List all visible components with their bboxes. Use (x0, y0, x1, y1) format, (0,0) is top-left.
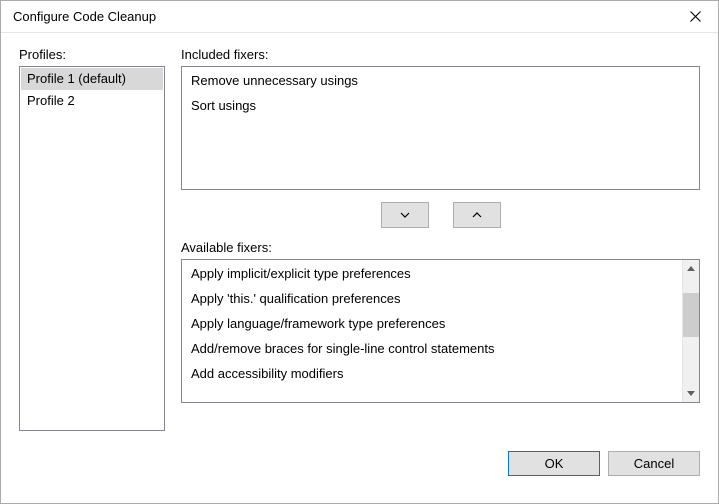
included-fixer-item[interactable]: Remove unnecessary usings (183, 68, 698, 93)
scroll-thumb[interactable] (683, 293, 699, 337)
included-label: Included fixers: (181, 47, 700, 62)
available-fixer-item[interactable]: Apply 'this.' qualification preferences (183, 286, 681, 311)
included-fixer-item[interactable]: Sort usings (183, 93, 698, 118)
available-fixers-container: Apply implicit/explicit type preferences… (181, 259, 700, 403)
chevron-down-icon (400, 212, 410, 218)
chevron-up-icon (472, 212, 482, 218)
profile-item[interactable]: Profile 2 (21, 90, 163, 112)
available-fixers-list[interactable]: Apply implicit/explicit type preferences… (182, 260, 682, 402)
available-scrollbar[interactable] (682, 260, 699, 402)
available-fixer-item[interactable]: Apply implicit/explicit type preferences (183, 261, 681, 286)
included-fixers-list[interactable]: Remove unnecessary usings Sort usings (181, 66, 700, 190)
move-buttons-row (181, 190, 700, 240)
close-button[interactable] (672, 1, 718, 33)
chevron-down-icon (687, 391, 695, 396)
available-label: Available fixers: (181, 240, 700, 255)
dialog-content: Profiles: Profile 1 (default) Profile 2 … (1, 33, 718, 439)
dialog-footer: OK Cancel (1, 439, 718, 476)
fixers-column: Included fixers: Remove unnecessary usin… (181, 47, 700, 431)
move-up-button[interactable] (453, 202, 501, 228)
available-fixer-item[interactable]: Add/remove braces for single-line contro… (183, 336, 681, 361)
close-icon (690, 11, 701, 22)
scroll-up-button[interactable] (683, 260, 699, 277)
profiles-label: Profiles: (19, 47, 165, 62)
profile-item[interactable]: Profile 1 (default) (21, 68, 163, 90)
ok-button[interactable]: OK (508, 451, 600, 476)
available-fixer-item[interactable]: Apply language/framework type preference… (183, 311, 681, 336)
profiles-list[interactable]: Profile 1 (default) Profile 2 (19, 66, 165, 431)
window-title: Configure Code Cleanup (13, 9, 672, 24)
move-down-button[interactable] (381, 202, 429, 228)
cancel-button[interactable]: Cancel (608, 451, 700, 476)
scroll-track[interactable] (683, 277, 699, 385)
chevron-up-icon (687, 266, 695, 271)
scroll-down-button[interactable] (683, 385, 699, 402)
titlebar: Configure Code Cleanup (1, 1, 718, 33)
available-fixer-item[interactable]: Add accessibility modifiers (183, 361, 681, 386)
profiles-column: Profiles: Profile 1 (default) Profile 2 (19, 47, 165, 431)
